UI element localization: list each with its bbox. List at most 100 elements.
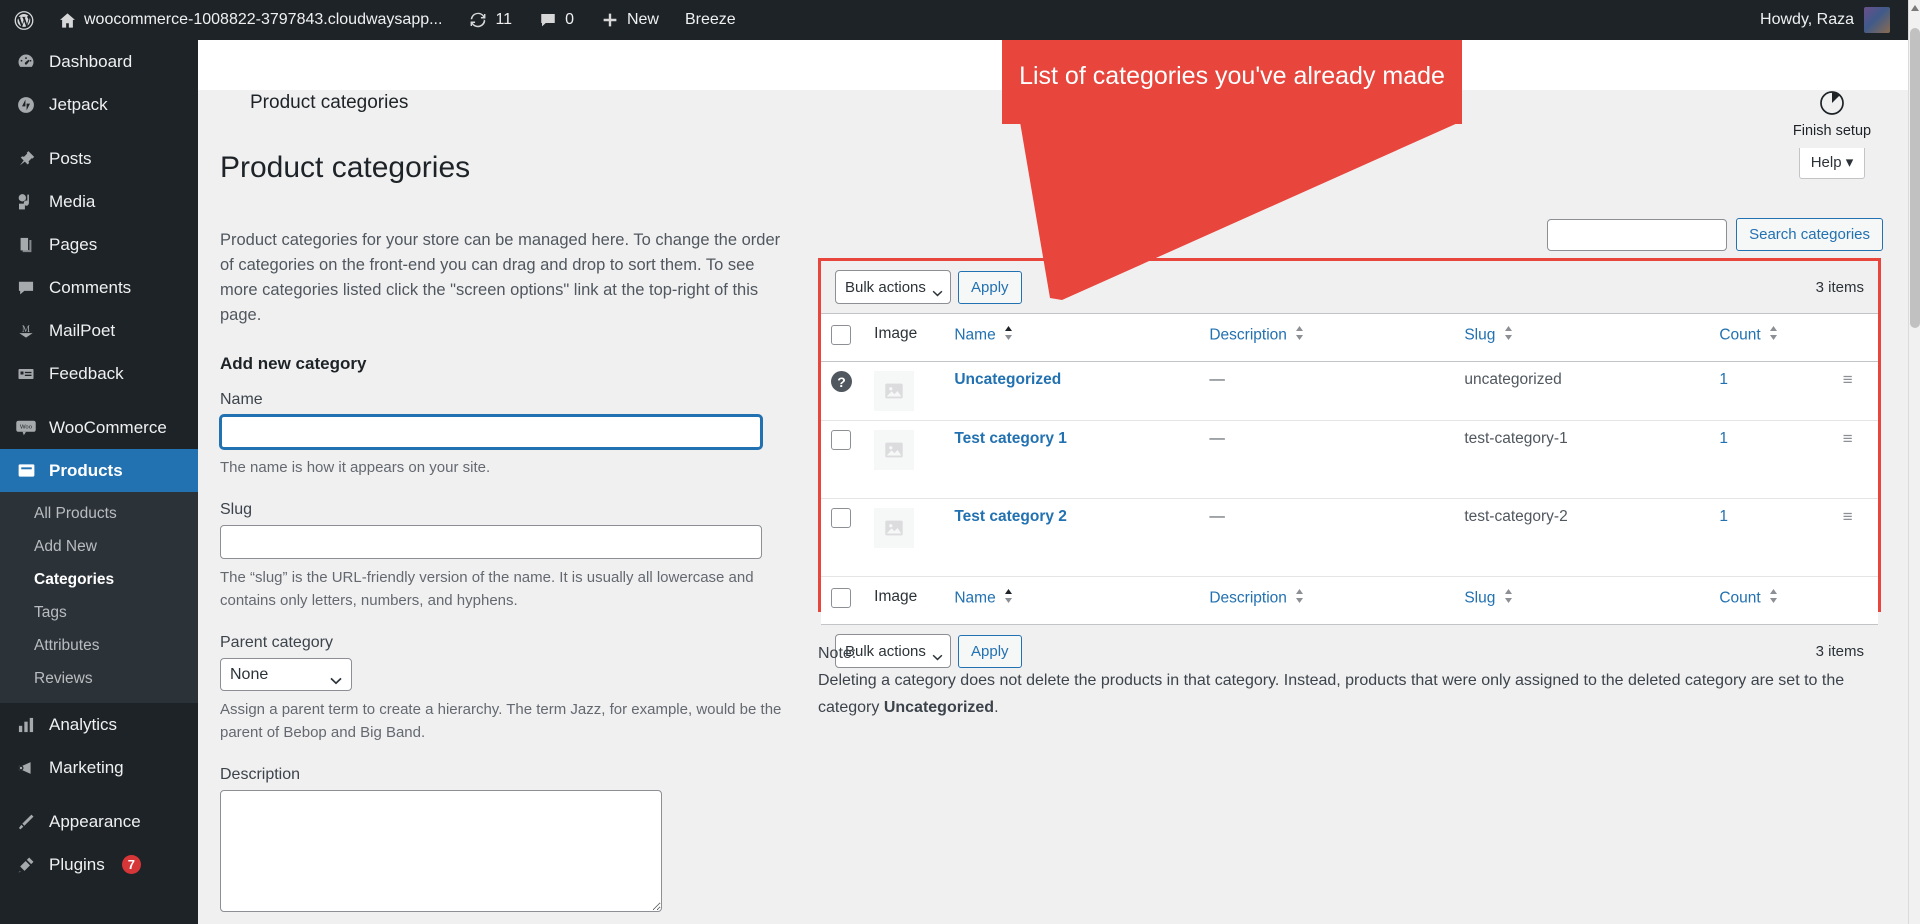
- row-count-cell[interactable]: 1: [1709, 420, 1833, 499]
- row-checkbox[interactable]: [831, 508, 851, 528]
- column-footer-name[interactable]: Name: [944, 576, 1200, 625]
- sidebar-item-plugins[interactable]: Plugins 7: [0, 843, 198, 886]
- sort-arrows-icon: [1004, 325, 1013, 346]
- category-name-link[interactable]: Test category 2: [954, 508, 1067, 525]
- select-all-footer[interactable]: [821, 576, 865, 625]
- row-name-cell[interactable]: Test category 1: [944, 420, 1200, 499]
- drag-handle-icon[interactable]: ≡: [1843, 429, 1853, 448]
- column-header-slug[interactable]: Slug: [1454, 313, 1710, 362]
- updates-button[interactable]: 11: [455, 0, 525, 40]
- site-name-link[interactable]: woocommerce-1008822-3797843.cloudwaysapp…: [44, 0, 455, 40]
- sidebar-item-posts[interactable]: Posts: [0, 137, 198, 180]
- category-count-link[interactable]: 1: [1719, 371, 1728, 388]
- table-row[interactable]: Test category 2 — test-category-2 1 ≡: [821, 498, 1878, 577]
- drag-handle-icon[interactable]: ≡: [1843, 370, 1853, 389]
- sidebar-item-feedback[interactable]: Feedback: [0, 352, 198, 395]
- category-name-link[interactable]: Test category 1: [954, 430, 1067, 447]
- howdy-menu[interactable]: Howdy, Raza: [1760, 7, 1908, 33]
- sidebar-item-comments[interactable]: Comments: [0, 266, 198, 309]
- category-name-link[interactable]: Uncategorized: [954, 371, 1061, 388]
- table-row[interactable]: ? Uncategorized — uncategorized 1 ≡: [821, 361, 1878, 421]
- bulk-actions-select-top[interactable]: Bulk actions: [835, 270, 951, 304]
- wordpress-logo-icon: [14, 10, 34, 30]
- plus-icon: [600, 10, 620, 30]
- column-header-description[interactable]: Description: [1199, 313, 1455, 362]
- row-handle-cell[interactable]: ≡: [1832, 498, 1878, 577]
- new-label: New: [626, 11, 659, 28]
- sidebar-item-label: Dashboard: [49, 51, 133, 71]
- svg-text:Woo: Woo: [20, 424, 33, 430]
- comment-icon: [14, 276, 38, 300]
- parent-category-select[interactable]: None: [220, 658, 352, 691]
- sidebar-item-tags[interactable]: Tags: [0, 596, 198, 629]
- scroll-up-arrow-icon[interactable]: [1911, 5, 1919, 11]
- row-count-cell[interactable]: 1: [1709, 498, 1833, 577]
- wordpress-logo-button[interactable]: [0, 0, 44, 40]
- sidebar-item-attributes[interactable]: Attributes: [0, 629, 198, 662]
- sidebar-item-products[interactable]: Products: [0, 449, 206, 492]
- sidebar-item-woocommerce[interactable]: Woo WooCommerce: [0, 406, 198, 449]
- drag-handle-icon[interactable]: ≡: [1843, 507, 1853, 526]
- note-line-2-prefix: category: [818, 699, 884, 716]
- name-help-text: The name is how it appears on your site.: [220, 459, 491, 476]
- row-count-cell[interactable]: 1: [1709, 361, 1833, 421]
- sidebar-item-add-new[interactable]: Add New: [0, 530, 198, 563]
- help-tab-button[interactable]: Help ▾: [1798, 148, 1866, 179]
- sidebar-item-jetpack[interactable]: Jetpack: [0, 83, 198, 126]
- sidebar-item-label: Analytics: [49, 714, 118, 734]
- category-count-link[interactable]: 1: [1719, 430, 1728, 447]
- comments-button[interactable]: 0: [525, 0, 587, 40]
- new-content-button[interactable]: New: [587, 0, 672, 40]
- search-input[interactable]: [1547, 218, 1728, 251]
- sidebar-separator: [0, 789, 198, 800]
- column-header-name[interactable]: Name: [944, 313, 1200, 362]
- sidebar-item-media[interactable]: Media: [0, 180, 198, 223]
- sidebar-item-label: Feedback: [49, 363, 124, 383]
- finish-setup-button[interactable]: Finish setup: [1793, 90, 1871, 139]
- row-slug-cell: test-category-1: [1454, 420, 1710, 499]
- site-name-label: woocommerce-1008822-3797843.cloudwaysapp…: [84, 11, 443, 28]
- sidebar-item-categories[interactable]: Categories: [0, 563, 198, 596]
- image-placeholder-icon: [874, 430, 915, 470]
- sidebar-item-label: Pages: [49, 234, 98, 254]
- select-all-checkbox[interactable]: [831, 325, 851, 345]
- name-input[interactable]: [220, 415, 762, 449]
- row-checkbox[interactable]: [831, 430, 851, 450]
- breeze-button[interactable]: Breeze: [672, 0, 749, 40]
- row-handle-cell[interactable]: ≡: [1832, 420, 1878, 499]
- admin-bar: woocommerce-1008822-3797843.cloudwaysapp…: [0, 0, 1908, 40]
- sidebar-item-mailpoet[interactable]: M MailPoet: [0, 309, 198, 352]
- table-row[interactable]: Test category 1 — test-category-1 1 ≡: [821, 420, 1878, 499]
- column-footer-description[interactable]: Description: [1199, 576, 1455, 625]
- sidebar-item-analytics[interactable]: Analytics: [0, 703, 198, 746]
- sidebar-item-all-products[interactable]: All Products: [0, 497, 198, 530]
- search-categories-button[interactable]: Search categories: [1736, 218, 1883, 251]
- page-scrollbar[interactable]: [1908, 0, 1920, 924]
- category-count-link[interactable]: 1: [1719, 508, 1728, 525]
- bulk-actions-value: Bulk actions: [845, 278, 926, 296]
- sidebar-item-dashboard[interactable]: Dashboard: [0, 40, 198, 83]
- row-name-cell[interactable]: Test category 2: [944, 498, 1200, 577]
- column-header-count[interactable]: Count: [1709, 313, 1833, 362]
- row-name-cell[interactable]: Uncategorized: [944, 361, 1200, 421]
- sidebar-item-reviews[interactable]: Reviews: [0, 662, 198, 695]
- row-handle-cell[interactable]: ≡: [1832, 361, 1878, 421]
- select-all-checkbox-footer[interactable]: [831, 588, 851, 608]
- column-footer-count[interactable]: Count: [1709, 576, 1833, 625]
- slug-input[interactable]: [220, 525, 762, 559]
- note-section: Note: Deleting a category does not delet…: [818, 640, 1883, 721]
- mailpoet-icon: M: [14, 319, 38, 343]
- scrollbar-thumb[interactable]: [1910, 28, 1920, 328]
- sidebar-item-appearance[interactable]: Appearance: [0, 800, 198, 843]
- description-label: Description: [220, 766, 301, 783]
- select-all-header[interactable]: [821, 313, 865, 362]
- categories-table: Image Name Description Slug Count ? Unca…: [821, 313, 1878, 625]
- description-textarea[interactable]: [220, 790, 662, 912]
- row-select-cell[interactable]: ?: [821, 361, 865, 421]
- row-select-cell[interactable]: [821, 498, 865, 577]
- sidebar-item-pages[interactable]: Pages: [0, 223, 198, 266]
- column-footer-slug[interactable]: Slug: [1454, 576, 1710, 625]
- row-select-cell[interactable]: [821, 420, 865, 499]
- apply-button-top[interactable]: Apply: [958, 270, 1022, 304]
- sidebar-item-marketing[interactable]: Marketing: [0, 746, 198, 789]
